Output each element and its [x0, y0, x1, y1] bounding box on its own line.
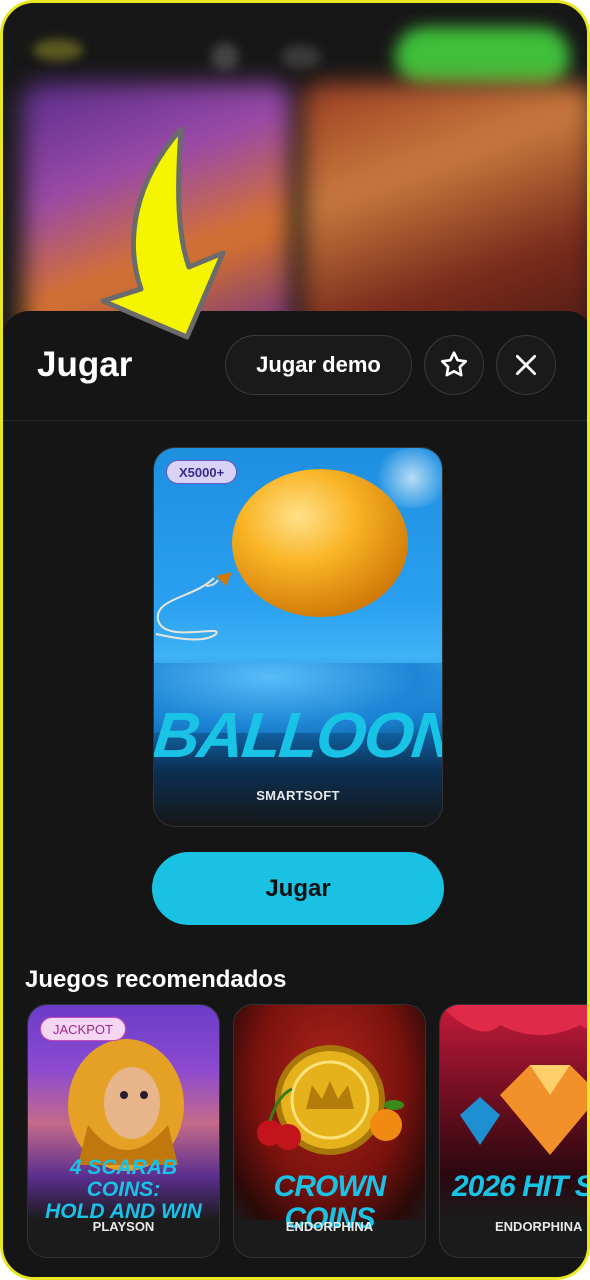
multiplier-badge: X5000+	[166, 460, 238, 484]
play-sheet: Jugar Jugar demo X5000+ BALLOON SMARTSOF…	[3, 311, 587, 1277]
game-artwork: CROWN COINS	[234, 1005, 425, 1234]
game-title: BALLOON	[153, 699, 443, 771]
game-title: 4 SCARAB COINS: HOLD AND WIN	[45, 1156, 202, 1224]
game-card[interactable]: X5000+ BALLOON SMARTSOFT	[153, 447, 443, 827]
sheet-header: Jugar Jugar demo	[3, 311, 587, 421]
blurred-logo	[33, 39, 83, 61]
phone-frame: Jugar Jugar demo X5000+ BALLOON SMARTSOF…	[0, 0, 590, 1280]
recommended-game-card[interactable]: 2026 HIT SL ENDORPHINA	[439, 1004, 587, 1258]
game-title: 2026 HIT SL	[452, 1170, 587, 1203]
game-artwork: JACKPOT 4 SCARAB COINS: HOLD AND WIN	[28, 1005, 219, 1224]
blurred-icon	[211, 43, 239, 71]
game-provider: SMARTSOFT	[256, 788, 340, 803]
blurred-icon	[281, 45, 321, 69]
sheet-title: Jugar	[37, 345, 133, 384]
game-provider: ENDORPHINA	[495, 1219, 583, 1234]
close-icon	[515, 354, 537, 376]
star-icon	[440, 351, 468, 377]
recommended-title: Juegos recomendados	[25, 966, 287, 993]
jackpot-badge: JACKPOT	[40, 1017, 126, 1041]
game-provider: PLAYSON	[92, 1219, 155, 1234]
blurred-background	[3, 3, 587, 333]
blurred-register-button	[395, 27, 570, 87]
play-demo-button[interactable]: Jugar demo	[225, 335, 412, 395]
game-provider: ENDORPHINA	[285, 1219, 374, 1234]
favorite-button[interactable]	[424, 335, 484, 395]
play-button[interactable]: Jugar	[152, 852, 444, 925]
recommended-game-card[interactable]: CROWN COINS ENDORPHINA	[233, 1004, 426, 1258]
recommended-game-card[interactable]: JACKPOT 4 SCARAB COINS: HOLD AND WIN PLAY…	[27, 1004, 220, 1258]
game-artwork: X5000+ BALLOON SMARTSOFT	[153, 448, 443, 826]
blurred-game-card	[303, 83, 587, 333]
pointer-arrow-icon	[100, 126, 226, 340]
close-button[interactable]	[496, 335, 556, 395]
game-artwork: 2026 HIT SL	[440, 1005, 587, 1220]
